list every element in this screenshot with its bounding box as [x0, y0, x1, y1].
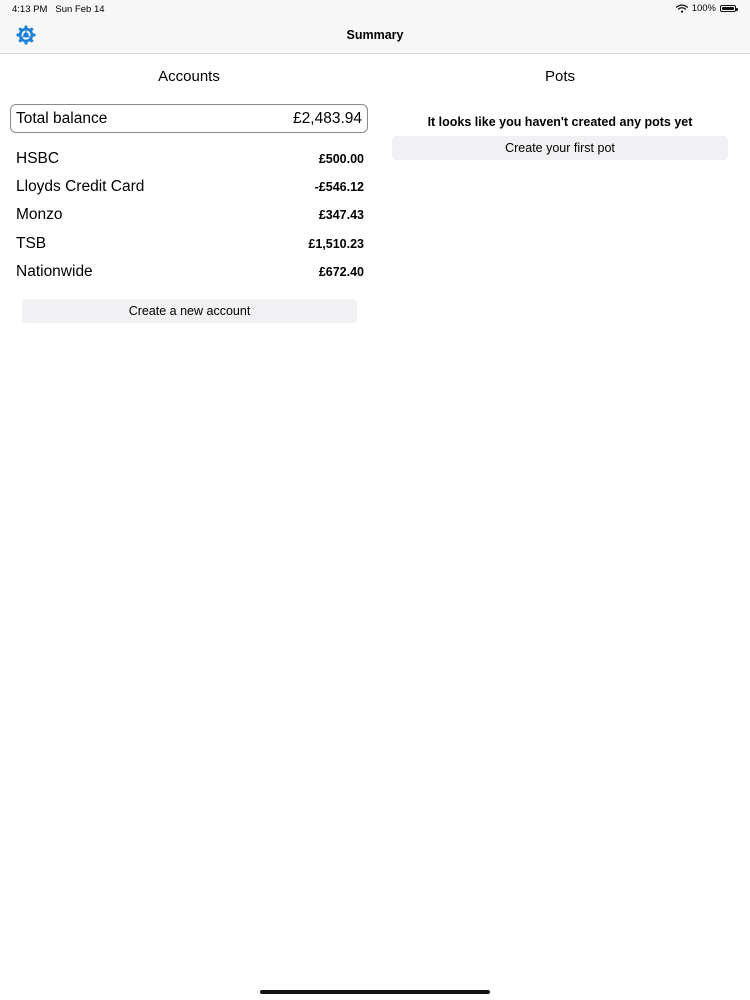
account-row-monzo[interactable]: Monzo £347.43 [16, 201, 364, 229]
battery-fill [722, 7, 734, 10]
account-balance: £500.00 [318, 152, 364, 167]
pots-heading: Pots [544, 68, 575, 85]
account-name: HSBC [16, 150, 60, 168]
account-row-nationwide[interactable]: Nationwide £672.40 [16, 258, 364, 286]
status-time: 4:13 PM [12, 4, 48, 15]
account-balance: £347.43 [318, 208, 364, 223]
status-bar: 4:13 PM Sun Feb 14 100% [0, 0, 750, 18]
account-row-lloyds-credit-card[interactable]: Lloyds Credit Card -£546.12 [16, 173, 364, 201]
account-name: Monzo [16, 206, 63, 224]
create-account-button[interactable]: Create a new account [22, 299, 357, 323]
total-balance-value: £2,483.94 [293, 109, 362, 127]
account-name: TSB [16, 234, 47, 252]
nav-bar: Summary [0, 18, 750, 54]
account-name: Nationwide [16, 262, 93, 280]
create-pot-button[interactable]: Create your first pot [392, 136, 728, 160]
home-indicator[interactable] [260, 990, 490, 994]
account-row-hsbc[interactable]: HSBC £500.00 [16, 145, 364, 173]
page-title: Summary [346, 28, 404, 42]
status-left: 4:13 PM Sun Feb 14 [12, 4, 105, 15]
total-balance-row: Total balance £2,483.94 [10, 104, 368, 133]
battery-percent: 100% [691, 3, 716, 14]
account-balance: £1,510.23 [308, 236, 364, 251]
account-name: Lloyds Credit Card [16, 178, 145, 196]
pots-empty-message: It looks like you haven't created any po… [427, 115, 693, 129]
account-list: HSBC £500.00 Lloyds Credit Card -£546.12… [16, 145, 364, 286]
account-row-tsb[interactable]: TSB £1,510.23 [16, 230, 364, 258]
account-balance: -£546.12 [314, 180, 364, 195]
wifi-icon [675, 4, 688, 13]
status-right: 100% [675, 3, 738, 14]
battery-icon [720, 5, 738, 12]
accounts-heading: Accounts [158, 68, 220, 85]
account-balance: £672.40 [318, 264, 364, 279]
total-balance-label: Total balance [16, 109, 108, 127]
status-date: Sun Feb 14 [55, 4, 105, 15]
